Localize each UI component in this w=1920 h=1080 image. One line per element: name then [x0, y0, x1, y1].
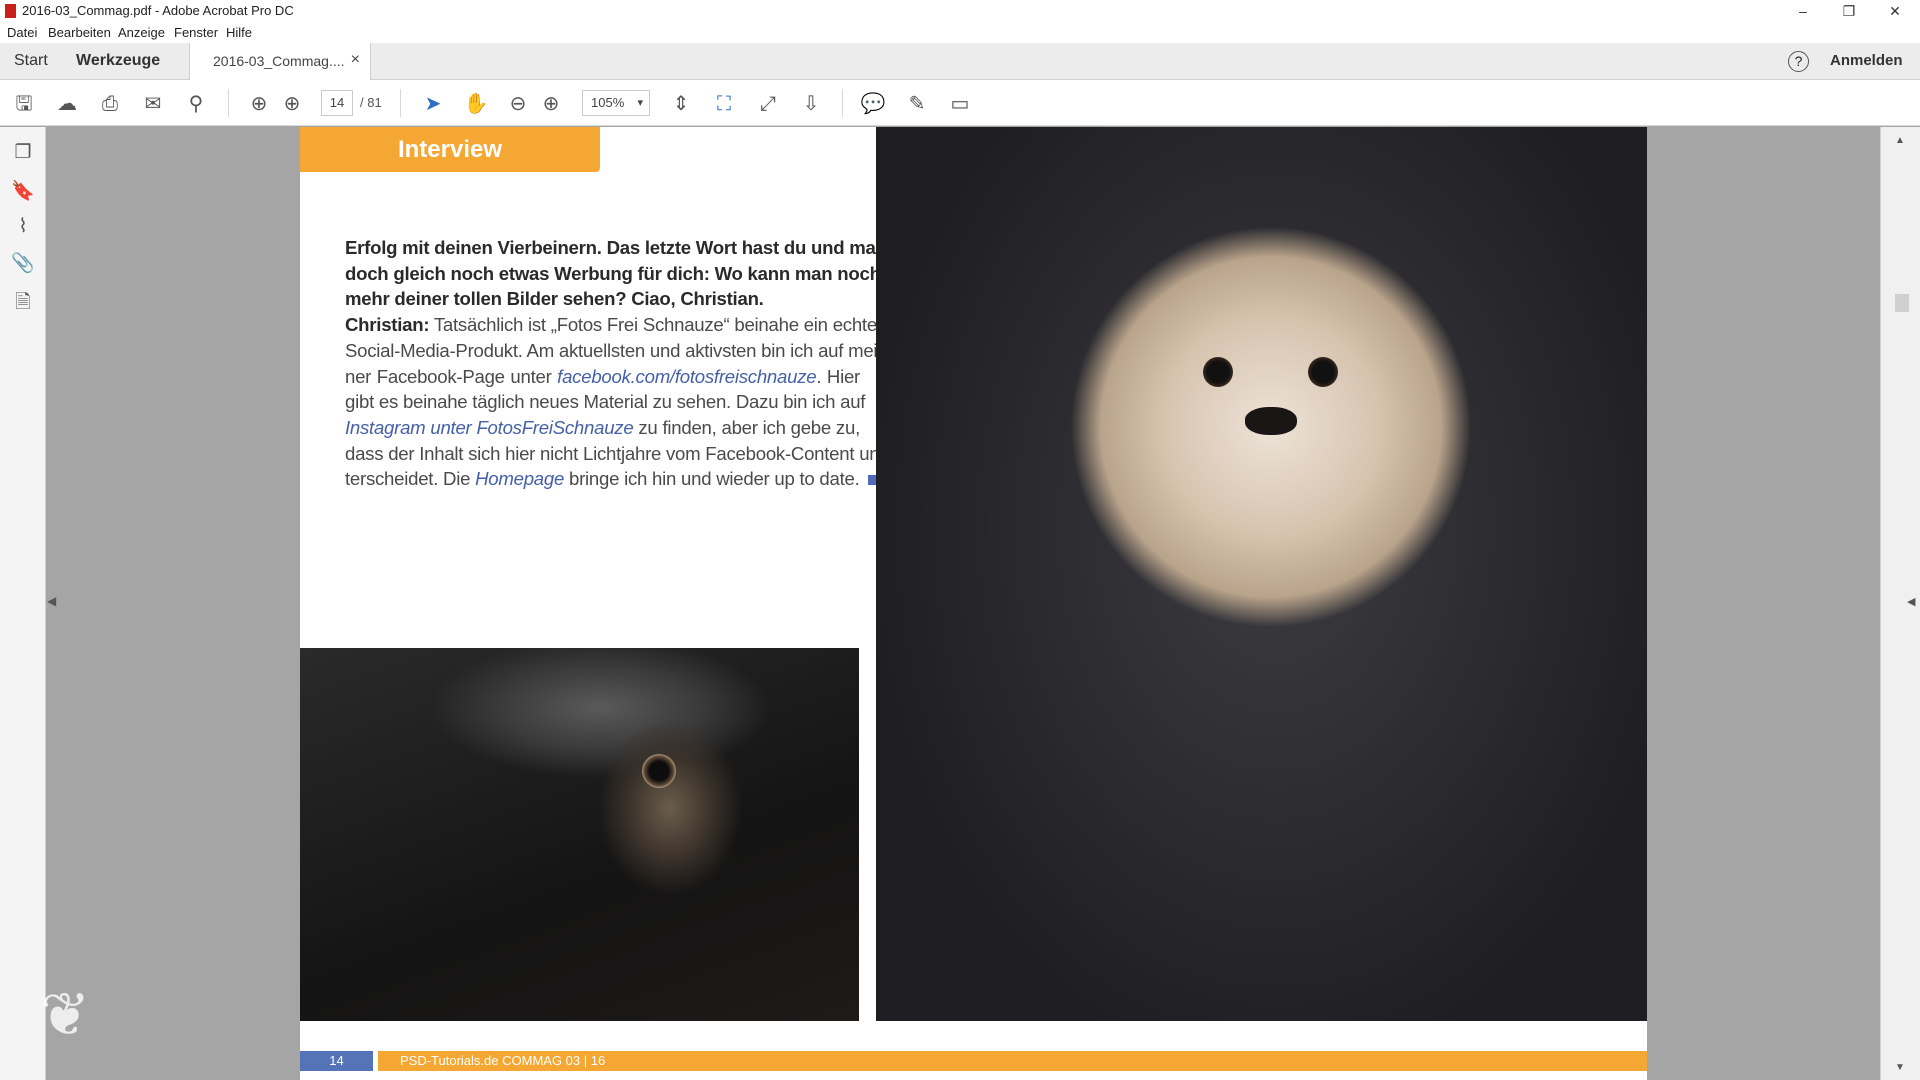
instagram-link[interactable]: Instagram unter FotosFreiSchnauze [345, 417, 634, 438]
text-line: ner Facebook-Page unter facebook.com/fot… [345, 364, 860, 390]
chevron-down-icon: ▾ [637, 97, 643, 109]
menu-anzeige[interactable]: Anzeige [118, 25, 165, 40]
text-span: . Hier [816, 365, 860, 387]
scroll-up-icon[interactable]: ▲ [1895, 135, 1905, 146]
zoom-select[interactable]: 105% ▾ [582, 90, 650, 116]
left-navigation-pane: ❐ 🔖 ⌇ 📎 🗎 [0, 127, 46, 1080]
bookmark-icon[interactable]: 🔖 [10, 179, 36, 205]
footer-text: PSD-Tutorials.de COMMAG 03 | 16 [378, 1051, 1647, 1071]
attachment-icon[interactable]: 📎 [10, 251, 36, 277]
divider [400, 89, 401, 117]
pug-eye [642, 754, 676, 788]
text-line: Erfolg mit deinen Vierbeinern. Das letzt… [345, 237, 897, 258]
restore-button[interactable]: ❐ [1826, 0, 1872, 22]
next-page-icon[interactable]: ⊕ [279, 91, 305, 117]
tab-bar: Start Werkzeuge 2016-03_Commag.... × ? A… [0, 43, 1920, 80]
text-line: mehr deiner tollen Bilder sehen? Ciao, C… [345, 288, 764, 310]
fit-page-icon[interactable]: ⛶ [711, 91, 737, 117]
title-bar: 2016-03_Commag.pdf - Adobe Acrobat Pro D… [0, 0, 1920, 22]
hand-tool-icon[interactable]: ✋ [463, 91, 489, 117]
help-icon[interactable]: ? [1788, 51, 1809, 72]
scroll-down-icon[interactable]: ▼ [1895, 1062, 1905, 1073]
menu-datei[interactable]: Datei [7, 25, 37, 40]
save-icon[interactable]: 🖫 [11, 91, 37, 117]
zoom-value: 105% [591, 95, 625, 110]
print-icon[interactable]: ⎙ [97, 91, 123, 117]
sign-in-button[interactable]: Anmelden [1830, 52, 1903, 69]
email-icon[interactable]: ✉ [140, 91, 166, 117]
sign-icon[interactable]: ▭ [947, 91, 973, 117]
highlight-pen-icon[interactable]: ✎ [904, 91, 930, 117]
scrollbar-thumb[interactable] [1895, 294, 1909, 312]
facebook-link[interactable]: facebook.com/fotosfreischnauze [557, 366, 816, 387]
article-text: Erfolg mit deinen Vierbeinern. Das letzt… [345, 235, 897, 492]
divider [842, 89, 843, 117]
close-window-button[interactable]: ✕ [1872, 0, 1918, 22]
cloud-upload-icon[interactable]: ☁ [54, 91, 80, 117]
comment-icon[interactable]: 💬 [860, 91, 886, 117]
document-tab-label: 2016-03_Commag.... [213, 53, 345, 69]
document-icon[interactable]: 🗎 [10, 288, 36, 314]
zoom-out-icon[interactable]: ⊖ [505, 91, 531, 117]
pdf-page: Interview Erfolg mit deinen Vierbeinern.… [300, 127, 1647, 1080]
text-span: zu finden, aber ich gebe zu, [633, 416, 860, 438]
menu-fenster[interactable]: Fenster [174, 25, 218, 40]
page-total: / 81 [360, 95, 382, 110]
text-span: Tatsächlich ist „Fotos Frei Schnauze“ be… [429, 314, 886, 336]
close-tab-icon[interactable]: × [351, 51, 360, 69]
homepage-link[interactable]: Homepage [475, 468, 564, 489]
page-number-input[interactable]: 14 [321, 90, 353, 116]
minimize-button[interactable]: – [1780, 0, 1826, 22]
butterfly-watermark-logo: ❦ [40, 981, 91, 1048]
pdf-app-icon [5, 4, 16, 18]
expand-right-pane-icon[interactable]: ◀ [1907, 595, 1915, 608]
menu-bar: Datei Bearbeiten Anzeige Fenster Hilfe [0, 22, 1920, 43]
tab-start[interactable]: Start [14, 52, 48, 70]
read-mode-icon[interactable]: ⇩ [798, 91, 824, 117]
window-title: 2016-03_Commag.pdf - Adobe Acrobat Pro D… [22, 3, 294, 18]
text-line: Christian: Tatsächlich ist „Fotos Frei S… [345, 312, 886, 338]
vertical-scrollbar[interactable]: ▲ ◀ ▼ [1880, 127, 1920, 1080]
section-tag: Interview [300, 127, 600, 172]
dog-eye [1308, 357, 1338, 387]
text-line: dass der Inhalt sich hier nicht Lichtjah… [345, 442, 886, 464]
text-span: terscheidet. Die [345, 468, 476, 490]
text-line: Instagram unter FotosFreiSchnauze zu fin… [345, 415, 860, 441]
tab-document[interactable]: 2016-03_Commag.... × [189, 43, 371, 80]
full-screen-icon[interactable]: ⤢ [755, 91, 781, 117]
text-span: bringe ich hin und wieder up to date. [564, 468, 860, 490]
collapse-left-pane-icon[interactable]: ◀ [47, 594, 56, 608]
search-icon[interactable]: ⚲ [183, 91, 209, 117]
menu-hilfe[interactable]: Hilfe [226, 25, 252, 40]
text-line: gibt es beinahe täglich neues Material z… [345, 391, 866, 413]
page-thumbnails-icon[interactable]: ❐ [10, 141, 36, 167]
select-cursor-icon[interactable]: ➤ [420, 91, 446, 117]
shih-tzu-photo [876, 127, 1647, 1021]
tab-werkzeuge[interactable]: Werkzeuge [76, 52, 160, 70]
text-line: doch gleich noch etwas Werbung für dich:… [345, 262, 881, 284]
pug-under-blanket-photo [300, 648, 859, 1021]
signatures-icon[interactable]: ⌇ [10, 215, 36, 241]
dog-eye [1203, 357, 1233, 387]
divider [228, 89, 229, 117]
zoom-in-icon[interactable]: ⊕ [538, 91, 564, 117]
text-span: ner Facebook-Page unter [345, 365, 558, 387]
speaker-label: Christian: [345, 314, 430, 336]
page-scroll-icon[interactable]: ⇕ [668, 91, 694, 117]
toolbar: 🖫 ☁ ⎙ ✉ ⚲ ⊕ ⊕ 14 / 81 ➤ ✋ ⊖ ⊕ 105% ▾ ⇕ ⛶ … [0, 80, 1920, 126]
dog-figure [1036, 167, 1506, 997]
menu-bearbeiten[interactable]: Bearbeiten [48, 25, 111, 40]
dog-nose [1245, 407, 1297, 435]
footer-page-number: 14 [300, 1051, 373, 1071]
text-line: Social-Media-Produkt. Am aktuellsten und… [345, 339, 884, 361]
previous-page-icon[interactable]: ⊕ [246, 91, 272, 117]
text-line: terscheidet. Die Homepage bringe ich hin… [345, 466, 878, 492]
